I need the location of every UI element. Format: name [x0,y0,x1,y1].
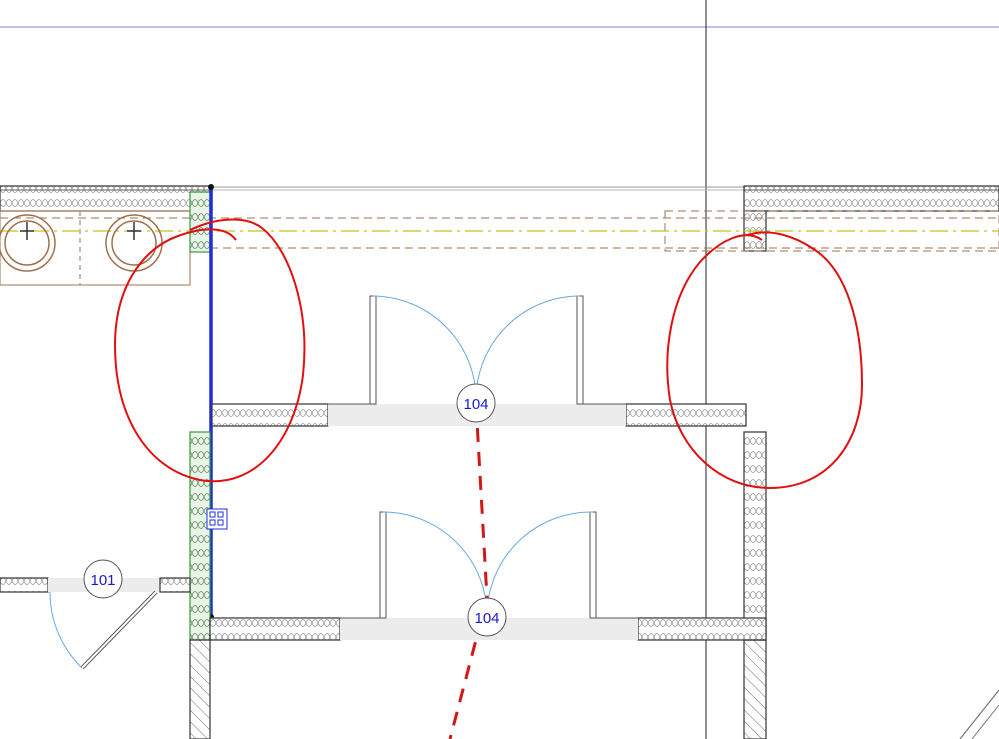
door-tag-label: 104 [463,396,488,413]
selected-wall-top[interactable] [189,191,211,253]
diagonal-wall-edge [959,689,999,739]
door-tag-upper[interactable]: 104 [456,383,496,423]
door-tag-lower[interactable]: 104 [467,597,507,637]
door-tag-101[interactable]: 101 [83,559,123,599]
wall-hotspot-icon[interactable] [206,508,228,530]
counter-outline [0,210,999,286]
markup-dashed-line [448,403,489,739]
diagonal-wall-edge-2 [971,704,999,739]
wall-endpoint-top[interactable] [208,184,214,190]
hatched-wall-left[interactable] [189,639,211,739]
selected-wall-lower[interactable] [189,431,211,641]
interior-wall-right[interactable] [743,431,767,641]
door-tag-label: 104 [474,610,499,627]
door-tag-label: 101 [90,572,115,589]
floor-plan-canvas[interactable]: 104 104 101 [0,0,999,739]
exterior-wall-top-left[interactable] [0,185,213,212]
sink-icon [0,214,163,272]
hatched-wall-right[interactable] [743,639,767,739]
